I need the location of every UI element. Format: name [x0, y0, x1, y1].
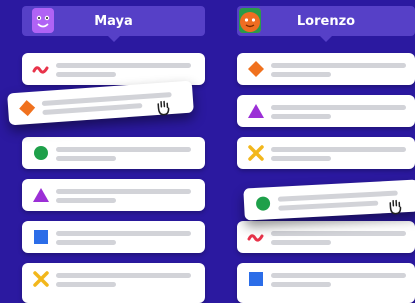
task-card[interactable] — [237, 221, 415, 253]
column-name: Lorenzo — [296, 13, 356, 29]
task-card[interactable] — [237, 263, 415, 303]
text-placeholder — [56, 63, 191, 68]
text-placeholder — [56, 156, 116, 161]
task-card[interactable] — [22, 221, 205, 253]
column-header-maya: Maya — [22, 6, 205, 36]
dragged-task-card[interactable] — [243, 179, 415, 221]
green-circle-icon — [256, 196, 271, 211]
grab-hand-cursor — [389, 199, 402, 215]
column-name: Maya — [94, 13, 133, 29]
text-placeholder — [271, 156, 331, 161]
yellow-x-icon — [33, 271, 49, 287]
text-placeholder — [271, 114, 331, 119]
text-placeholder — [278, 200, 379, 211]
blue-square-icon — [249, 272, 263, 286]
text-placeholder — [56, 198, 116, 203]
text-placeholder — [271, 147, 406, 152]
orange-diamond-icon — [248, 61, 264, 77]
task-card[interactable] — [22, 137, 205, 169]
green-circle-icon — [34, 146, 48, 160]
task-card[interactable] — [22, 263, 205, 303]
text-placeholder — [271, 240, 331, 245]
text-placeholder — [277, 190, 398, 202]
text-placeholder — [271, 282, 331, 287]
task-card[interactable] — [237, 137, 415, 169]
text-placeholder — [56, 273, 191, 278]
task-card[interactable] — [22, 179, 205, 211]
text-placeholder — [56, 282, 116, 287]
text-placeholder — [271, 72, 331, 77]
text-placeholder — [271, 273, 406, 278]
text-placeholder — [271, 105, 406, 110]
grab-hand-cursor — [157, 100, 170, 116]
task-card[interactable] — [22, 53, 205, 85]
purple-monster-avatar — [32, 8, 54, 33]
task-card[interactable] — [237, 53, 415, 85]
yellow-x-icon — [248, 145, 264, 161]
blue-square-icon — [34, 230, 48, 244]
red-squiggle-icon — [32, 66, 49, 74]
red-squiggle-icon — [247, 234, 264, 242]
text-placeholder — [56, 240, 116, 245]
text-placeholder — [271, 63, 406, 68]
orange-diamond-icon — [19, 100, 36, 117]
orange-monster-avatar — [239, 8, 261, 33]
text-placeholder — [56, 189, 191, 194]
text-placeholder — [56, 147, 191, 152]
purple-triangle-icon — [33, 188, 49, 202]
task-card[interactable] — [237, 95, 415, 127]
dragged-task-card[interactable] — [7, 80, 194, 126]
text-placeholder — [41, 92, 172, 107]
column-header-lorenzo: Lorenzo — [237, 6, 415, 36]
text-placeholder — [271, 231, 406, 236]
text-placeholder — [56, 231, 191, 236]
text-placeholder — [56, 72, 116, 77]
purple-triangle-icon — [248, 104, 264, 118]
